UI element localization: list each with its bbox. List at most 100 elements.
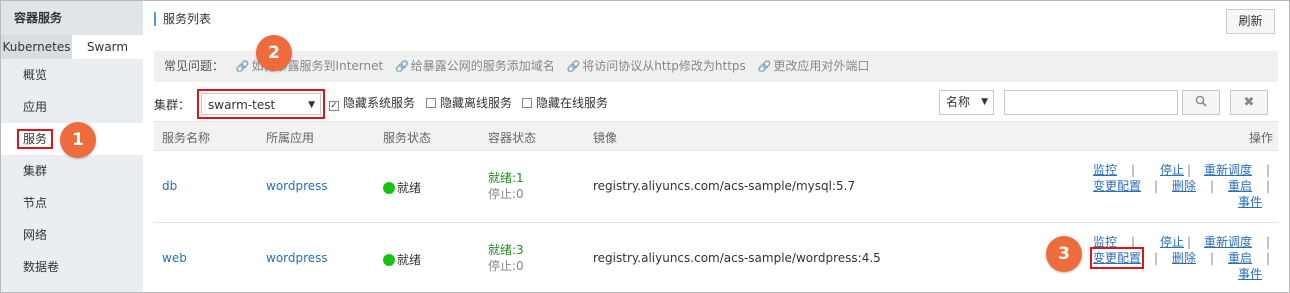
close-icon: ✖ — [1243, 95, 1255, 110]
checkbox-label: 隐藏系统服务 — [343, 96, 416, 110]
table-row: web wordpress 就绪 就绪:3 停止:0 registry.aliy… — [154, 223, 1278, 293]
page-header: 服务列表 刷新 — [143, 1, 1289, 39]
events-link[interactable]: 事件 — [1238, 266, 1262, 282]
events-link[interactable]: 事件 — [1238, 194, 1262, 210]
sidebar-item-clusters[interactable]: 集群 — [1, 155, 143, 187]
row-actions: 监控 | 停止 | 重新调度 | 变更配置 | 删除 | 重启 | 事件 — [1089, 234, 1271, 282]
sidebar-item-label: 概览 — [23, 68, 48, 82]
container-ready-count: 就绪:3 — [488, 243, 524, 257]
sidebar-item-label: 节点 — [23, 196, 48, 210]
step-marker-3: 3 — [1046, 236, 1082, 272]
change-config-link[interactable]: 变更配置 — [1089, 247, 1145, 269]
cluster-select-value: swarm-test — [208, 98, 276, 112]
refresh-button[interactable]: 刷新 — [1226, 9, 1275, 34]
column-header-image: 镜像 — [593, 131, 618, 145]
restart-link[interactable]: 重启 — [1228, 178, 1252, 194]
sidebar-item-label: 网络 — [23, 228, 48, 242]
faq-link-http-to-https[interactable]: 🔗 将访问协议从http修改为https — [567, 59, 746, 73]
column-header-container-status: 容器状态 — [488, 131, 537, 145]
monitor-link[interactable]: 监控 — [1093, 162, 1117, 178]
checkbox-checked-icon: ✓ — [329, 101, 339, 111]
checkbox-hide-offline-services[interactable]: 隐藏离线服务 — [426, 94, 512, 111]
sidebar-item-applications[interactable]: 应用 — [1, 91, 143, 123]
sidebar-title: 容器服务 — [1, 1, 143, 35]
sidebar-tabs: Kubernetes Swarm — [1, 35, 143, 59]
dropdown-arrow-icon: ▼ — [308, 100, 315, 110]
column-header-service-status: 服务状态 — [383, 131, 432, 145]
row-actions: 监控 | 停止 | 重新调度 | 变更配置 | 删除 | 重启 | 事件 — [1093, 162, 1271, 210]
checkbox-icon — [522, 98, 532, 108]
step-marker-1: 1 — [60, 122, 96, 158]
checkbox-hide-system-services[interactable]: ✓ 隐藏系统服务 — [329, 94, 415, 111]
services-table: 服务名称 所属应用 服务状态 容器状态 镜像 操作 db wordpress 就… — [154, 121, 1278, 293]
change-config-link[interactable]: 变更配置 — [1093, 178, 1141, 194]
cluster-select[interactable]: swarm-test ▼ — [201, 93, 321, 115]
faq-link-change-port[interactable]: 🔗 更改应用对外端口 — [758, 59, 870, 73]
link-icon: 🔗 — [235, 60, 250, 73]
application-link[interactable]: wordpress — [266, 251, 328, 265]
restart-link[interactable]: 重启 — [1228, 250, 1252, 266]
step-marker-2: 2 — [256, 35, 292, 71]
column-header-service-name: 服务名称 — [162, 131, 211, 145]
service-status: 就绪 — [383, 179, 421, 196]
cluster-select-highlight: swarm-test ▼ — [197, 89, 325, 119]
stop-link[interactable]: 停止 — [1160, 234, 1184, 250]
status-label: 就绪 — [397, 181, 422, 195]
search-input[interactable] — [1004, 90, 1178, 115]
service-status: 就绪 — [383, 251, 421, 268]
search-icon — [1195, 95, 1207, 107]
checkbox-icon — [426, 98, 436, 108]
sidebar-item-overview[interactable]: 概览 — [1, 59, 143, 91]
dropdown-arrow-icon: ▼ — [981, 97, 988, 107]
cluster-label: 集群： — [154, 98, 191, 112]
service-name-link[interactable]: db — [162, 179, 177, 193]
container-status: 就绪:3 停止:0 — [488, 242, 524, 274]
stop-link[interactable]: 停止 — [1160, 162, 1184, 178]
sidebar-item-label: 集群 — [23, 164, 48, 178]
sidebar-item-nodes[interactable]: 节点 — [1, 187, 143, 219]
search-field-select[interactable]: 名称 ▼ — [939, 90, 994, 115]
service-name-link[interactable]: web — [162, 251, 187, 265]
page-title: 服务列表 — [154, 12, 211, 26]
application-link[interactable]: wordpress — [266, 179, 328, 193]
status-label: 就绪 — [397, 253, 422, 267]
reschedule-link[interactable]: 重新调度 — [1204, 162, 1252, 178]
main-content: 服务列表 刷新 常见问题： 🔗 如何暴露服务到Internet 🔗 给暴露公网的服务… — [143, 1, 1289, 292]
status-ready-icon — [383, 182, 395, 194]
tab-swarm[interactable]: Swarm — [72, 35, 143, 59]
column-header-actions: 操作 — [1249, 131, 1274, 145]
clear-search-button[interactable]: ✖ — [1230, 90, 1268, 115]
container-status: 就绪:1 停止:0 — [488, 170, 524, 202]
checkbox-hide-online-services[interactable]: 隐藏在线服务 — [522, 94, 608, 111]
filter-row: 集群： swarm-test ▼ ✓ 隐藏系统服务 隐藏离线服务 隐藏在线服务 名… — [154, 89, 1278, 121]
tab-kubernetes[interactable]: Kubernetes — [1, 35, 72, 59]
checkbox-label: 隐藏离线服务 — [440, 96, 513, 110]
table-header: 服务名称 所属应用 服务状态 容器状态 镜像 操作 — [154, 121, 1278, 151]
table-row: db wordpress 就绪 就绪:1 停止:0 registry.aliyu… — [154, 151, 1278, 223]
faq-link-add-domain[interactable]: 🔗 给暴露公网的服务添加域名 — [395, 59, 555, 73]
faq-link-label: 给暴露公网的服务添加域名 — [410, 59, 555, 73]
faq-bar: 常见问题： 🔗 如何暴露服务到Internet 🔗 给暴露公网的服务添加域名 🔗 将访… — [154, 51, 1278, 82]
sidebar-item-label: 服务 — [17, 129, 54, 149]
checkbox-label: 隐藏在线服务 — [536, 96, 609, 110]
link-icon: 🔗 — [395, 60, 409, 73]
column-header-application: 所属应用 — [266, 131, 315, 145]
reschedule-link[interactable]: 重新调度 — [1204, 234, 1252, 250]
sidebar-item-label: 应用 — [23, 100, 48, 114]
delete-link[interactable]: 删除 — [1172, 178, 1196, 194]
monitor-link[interactable]: 监控 — [1093, 234, 1117, 250]
container-stopped-count: 停止:0 — [488, 259, 524, 273]
link-icon: 🔗 — [757, 60, 772, 73]
container-stopped-count: 停止:0 — [488, 187, 524, 201]
status-ready-icon — [383, 254, 395, 266]
search-field-value: 名称 — [946, 95, 971, 109]
faq-link-label: 更改应用对外端口 — [773, 59, 870, 73]
sidebar-item-volumes[interactable]: 数据卷 — [1, 251, 143, 283]
search-button[interactable] — [1182, 90, 1220, 115]
delete-link[interactable]: 删除 — [1172, 250, 1196, 266]
image-name: registry.aliyuncs.com/acs-sample/mysql:5… — [593, 179, 856, 193]
image-name: registry.aliyuncs.com/acs-sample/wordpre… — [593, 251, 881, 265]
faq-link-label: 将访问协议从http修改为https — [582, 59, 746, 73]
sidebar-item-networks[interactable]: 网络 — [1, 219, 143, 251]
link-icon: 🔗 — [566, 60, 581, 73]
